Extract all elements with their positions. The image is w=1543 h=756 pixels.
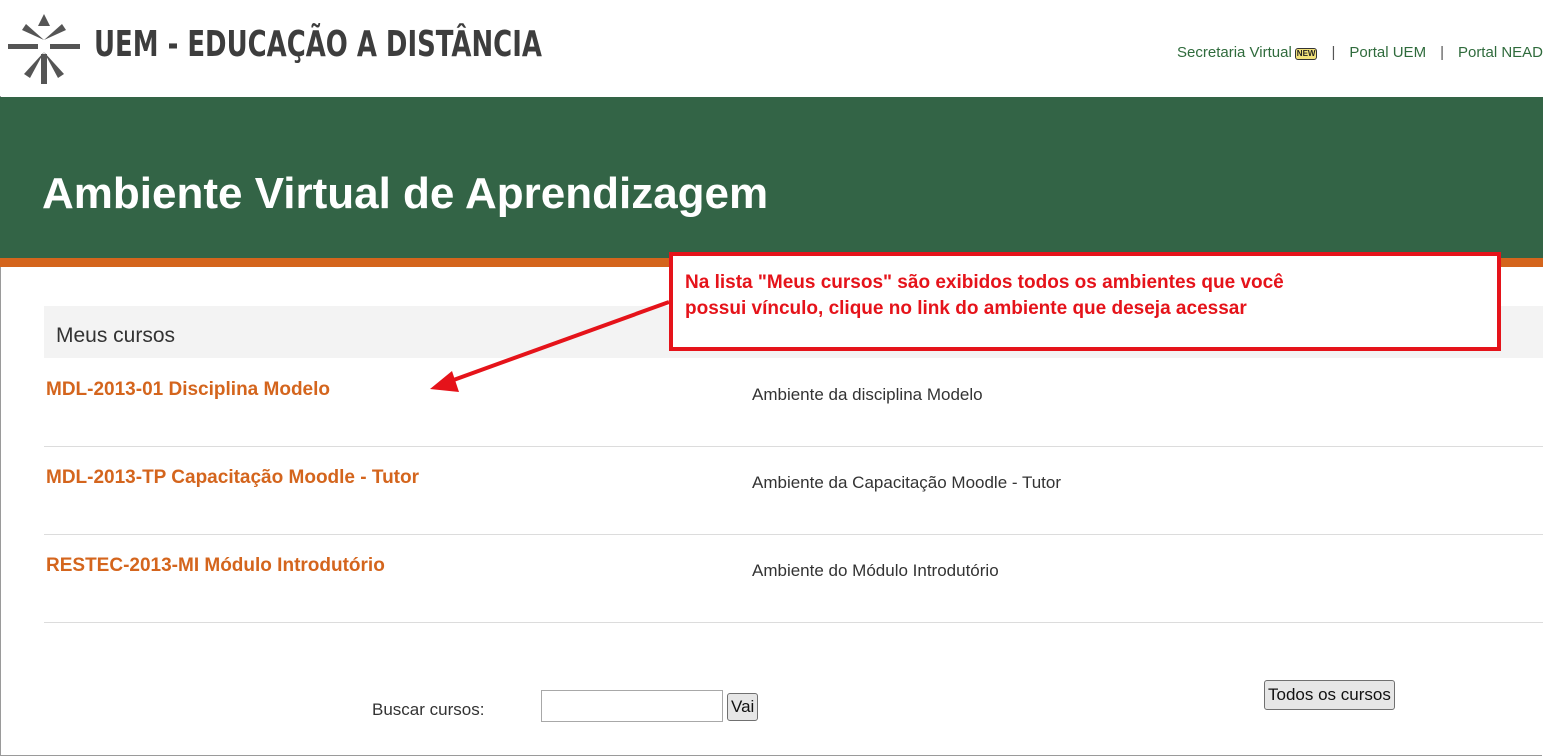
course-description: Ambiente da disciplina Modelo	[752, 385, 983, 404]
course-description: Ambiente do Módulo Introdutório	[752, 561, 999, 580]
site-title[interactable]: UEM - EDUCAÇÃO A DISTÂNCIA	[94, 24, 542, 65]
row-divider	[44, 622, 1543, 623]
link-separator: |	[1440, 44, 1444, 61]
course-link[interactable]: MDL-2013-TP Capacitação Moodle - Tutor	[46, 467, 419, 489]
course-row: MDL-2013-01 Disciplina Modelo Ambiente d…	[44, 359, 1543, 447]
all-courses-button[interactable]: Todos os cursos	[1264, 680, 1395, 710]
search-go-button[interactable]: Vai	[727, 693, 759, 721]
annotation-line: Na lista "Meus cursos" são exibidos todo…	[685, 272, 1284, 293]
portal-nead-link[interactable]: Portal NEAD	[1458, 44, 1543, 61]
new-badge: NEW	[1294, 48, 1318, 60]
course-row: MDL-2013-TP Capacitação Moodle - Tutor A…	[44, 447, 1543, 535]
uem-logo-icon[interactable]	[4, 10, 84, 90]
course-row: RESTEC-2013-MI Módulo Introdutório Ambie…	[44, 535, 1543, 623]
course-link[interactable]: RESTEC-2013-MI Módulo Introdutório	[46, 555, 385, 577]
my-courses-title: Meus cursos	[56, 324, 176, 347]
top-bar: UEM - EDUCAÇÃO A DISTÂNCIA Secretaria Vi…	[0, 0, 1543, 96]
secretaria-virtual-label: Secretaria Virtual	[1177, 44, 1292, 61]
search-courses-input[interactable]	[541, 690, 723, 722]
annotation-line: possui vínculo, clique no link do ambien…	[685, 298, 1247, 319]
search-courses-label: Buscar cursos:	[372, 700, 485, 719]
secretaria-virtual-link[interactable]: Secretaria Virtual NEW	[1177, 44, 1318, 61]
portal-uem-link[interactable]: Portal UEM	[1349, 44, 1426, 61]
course-description: Ambiente da Capacitação Moodle - Tutor	[752, 473, 1062, 492]
page-title: Ambiente Virtual de Aprendizagem	[42, 169, 769, 218]
top-links: Secretaria Virtual NEW | Portal UEM | Portal …	[1177, 44, 1543, 61]
course-link[interactable]: MDL-2013-01 Disciplina Modelo	[46, 379, 330, 401]
link-separator: |	[1331, 44, 1336, 61]
annotation-callout: Na lista "Meus cursos" são exibidos todo…	[669, 252, 1501, 351]
annotation-text: Na lista "Meus cursos" são exibidos todo…	[685, 270, 1493, 322]
page-banner: Ambiente Virtual de Aprendizagem	[0, 97, 1543, 258]
